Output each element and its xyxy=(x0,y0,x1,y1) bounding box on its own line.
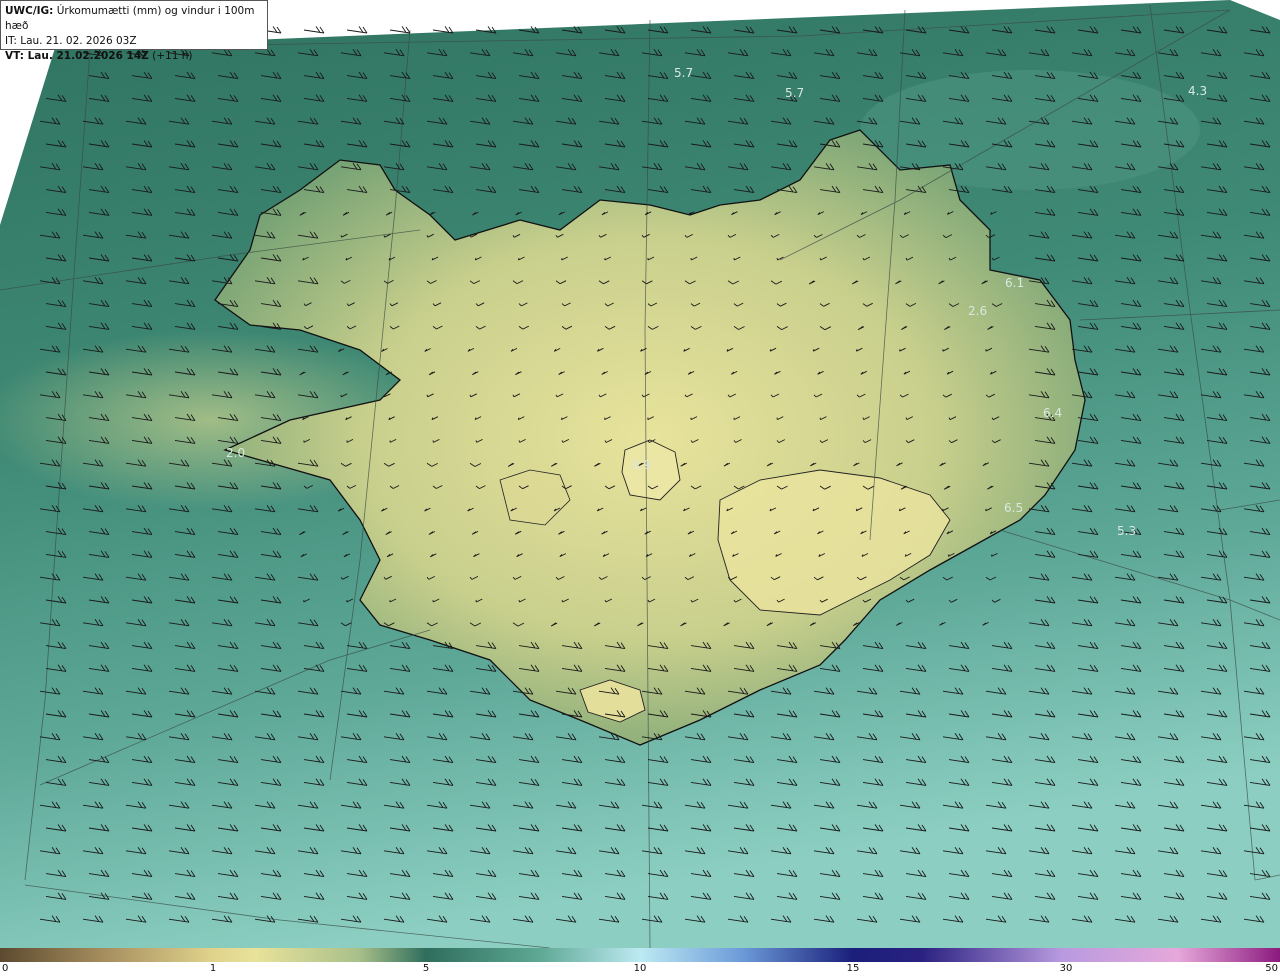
colorbar-tick: 10 xyxy=(633,963,647,974)
value-label: 2.6 xyxy=(968,304,987,318)
value-label: 5.3 xyxy=(1117,524,1136,538)
lead-time: (+11 h) xyxy=(152,50,193,62)
value-label: 6.5 xyxy=(1004,501,1023,515)
value-label: 5.7 xyxy=(674,66,693,80)
map-title-box: UWC/IG: Úrkomumætti (mm) og vindur i 100… xyxy=(0,0,268,62)
value-label: 6.1 xyxy=(1005,276,1024,290)
value-label: 4.3 xyxy=(1188,84,1207,98)
colorbar-tick: 30 xyxy=(1059,963,1073,974)
value-label: 6.4 xyxy=(1043,406,1062,420)
valid-time: VT: Lau. 21.02.2026 14Z xyxy=(5,50,149,62)
colorbar-tick: 5 xyxy=(422,963,430,974)
colorbar-tick: 1 xyxy=(209,963,217,974)
value-label: 5.7 xyxy=(785,86,804,100)
init-time: IT: Lau. 21. 02. 2026 03Z xyxy=(5,35,137,47)
value-label: 2.0 xyxy=(226,446,245,460)
precipitation-wind-map: 5.7 5.7 4.3 6.1 2.6 6.4 6.5 5.3 0.9 2.0 xyxy=(0,0,1280,948)
colorbar-tick: 50 xyxy=(1265,963,1278,974)
title-line: UWC/IG: Úrkomumætti (mm) og vindur i 100… xyxy=(5,4,263,34)
colorbar: 0 1 5 10 15 30 50 xyxy=(0,948,1280,978)
value-label: 0.9 xyxy=(632,458,651,472)
colorbar-strip xyxy=(0,948,1280,962)
colorbar-tick: 0 xyxy=(2,963,9,974)
valid-time-line: VT: Lau. 21.02.2026 14Z (+11 h) xyxy=(5,49,263,64)
colorbar-tick: 15 xyxy=(846,963,860,974)
model-name: UWC/IG: xyxy=(5,5,54,17)
